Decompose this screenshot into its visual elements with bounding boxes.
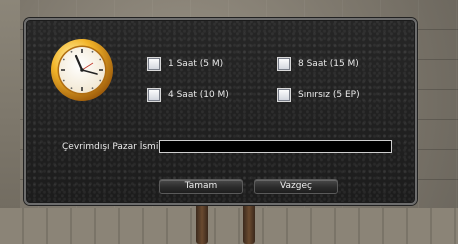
duration-option-label: Sınırsız (5 EP) bbox=[298, 90, 360, 100]
checkbox-icon[interactable] bbox=[277, 88, 291, 102]
duration-option-4-hours[interactable]: 4 Saat (10 M) bbox=[147, 88, 229, 102]
cancel-button[interactable]: Vazgeç bbox=[254, 179, 338, 194]
checkbox-icon[interactable] bbox=[277, 57, 291, 71]
clock-icon bbox=[51, 39, 113, 101]
checkbox-icon[interactable] bbox=[147, 88, 161, 102]
offline-shop-dialog: 1 Saat (5 M) 8 Saat (15 M) 4 Saat (10 M)… bbox=[24, 18, 417, 205]
character-leg-left bbox=[196, 203, 208, 244]
duration-option-8-hours[interactable]: 8 Saat (15 M) bbox=[277, 57, 359, 71]
duration-option-unlimited[interactable]: Sınırsız (5 EP) bbox=[277, 88, 360, 102]
character-leg-right bbox=[243, 203, 255, 244]
duration-option-1-hour[interactable]: 1 Saat (5 M) bbox=[147, 57, 223, 71]
checkbox-icon[interactable] bbox=[147, 57, 161, 71]
background-floor bbox=[0, 208, 458, 244]
duration-option-label: 1 Saat (5 M) bbox=[168, 59, 224, 69]
duration-option-label: 4 Saat (10 M) bbox=[168, 90, 229, 100]
duration-option-label: 8 Saat (15 M) bbox=[298, 59, 359, 69]
shop-name-label: Çevrimdışı Pazar İsmi: bbox=[62, 142, 162, 152]
ok-button[interactable]: Tamam bbox=[159, 179, 243, 194]
shop-name-input[interactable] bbox=[159, 140, 392, 153]
